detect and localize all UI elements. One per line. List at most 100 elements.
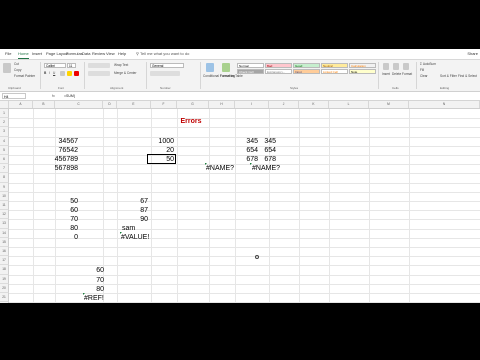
cell-e16-error[interactable]: #VALUE! [121,234,149,241]
cell-style-8[interactable]: Linked Cell [321,69,348,74]
row-header[interactable]: 12 [0,210,9,220]
sort-filter-button[interactable]: Sort & Filter [440,74,457,78]
align-top-icons[interactable] [88,63,110,68]
tab-home[interactable]: Home [18,50,29,59]
underline-button[interactable]: U [53,71,55,75]
row-header[interactable]: 16 [0,247,9,257]
tell-me-search[interactable]: ⚲ Tell me what you want to do [136,50,189,58]
clear-button[interactable]: Clear [420,74,428,78]
tab-review[interactable]: Review [92,50,105,58]
tab-file[interactable]: File [5,50,11,58]
delete-cells-button[interactable]: Delete [392,72,401,76]
column-header[interactable]: F [151,101,177,108]
tab-insert[interactable]: Insert [32,50,42,58]
column-header[interactable]: D [103,101,117,108]
row-header[interactable]: 11 [0,201,9,211]
cell-k7-error[interactable]: #NAME? [252,165,280,172]
column-header[interactable]: N [409,101,480,108]
row-header[interactable]: 5 [0,145,9,155]
wrap-text-button[interactable]: Wrap Text [114,63,128,67]
formula-input[interactable]: =SUM( [64,93,75,99]
row-header[interactable]: 15 [0,237,9,247]
align-horizontal-icons[interactable] [88,71,110,76]
row-header[interactable]: 10 [0,191,9,201]
cell-e15[interactable]: sam [122,225,135,232]
insert-cells-icon[interactable] [383,63,389,70]
fill-button[interactable]: Fill [420,68,424,72]
column-header[interactable]: J [269,101,299,108]
column-header[interactable]: G [177,101,209,108]
row-header[interactable]: 17 [0,256,9,266]
cell-style-1[interactable]: Bad [265,63,292,68]
cell-c15[interactable]: 80 [60,225,78,232]
column-header[interactable]: E [117,101,151,108]
bold-button[interactable]: B [44,71,46,75]
cell-style-2[interactable]: Good [293,63,320,68]
row-header[interactable]: 9 [0,182,9,192]
merge-center-button[interactable]: Merge & Center [114,71,137,75]
row-header[interactable]: 13 [0,219,9,229]
find-select-button[interactable]: Find & Select [458,74,477,78]
cell-c13[interactable]: 60 [60,207,78,214]
column-header[interactable]: A [9,101,33,108]
fx-icon[interactable]: fx [52,93,55,99]
cut-button[interactable]: Cut [14,62,19,66]
name-box[interactable]: H4 [2,93,26,99]
font-color-icon[interactable] [74,71,79,76]
number-format-icons[interactable] [150,71,180,76]
fill-color-icon[interactable] [67,71,72,76]
cell-c4[interactable]: 34567 [32,138,78,145]
column-header[interactable]: C [55,101,103,108]
selected-cell[interactable] [147,154,176,164]
italic-button[interactable]: I [49,71,50,75]
row-header[interactable]: 8 [0,173,9,183]
share-button[interactable]: Share [467,50,478,58]
format-as-table-button[interactable]: Format as Table [220,74,243,78]
cell-style-4[interactable]: Calculation [349,63,376,68]
cell-e13[interactable]: 87 [130,207,148,214]
cell-d21[interactable]: 70 [88,277,104,284]
cell-g4[interactable]: 1000 [150,138,174,145]
cell-c6[interactable]: 456789 [32,156,78,163]
cell-d20[interactable]: 60 [88,267,104,274]
cell-k4[interactable]: 345 [250,138,276,145]
row-header[interactable]: 19 [0,274,9,284]
cell-c12[interactable]: 50 [60,198,78,205]
row-header[interactable]: 22 [0,302,9,303]
copy-button[interactable]: Copy [14,68,21,72]
select-all-corner[interactable] [0,101,9,108]
cell-g5[interactable]: 20 [150,147,174,154]
column-header[interactable]: K [299,101,329,108]
format-painter-button[interactable]: Format Painter [14,74,35,78]
sheet-title[interactable]: Errors [168,118,214,125]
borders-icon[interactable] [60,71,65,76]
cell-d22[interactable]: 80 [88,286,104,293]
row-header[interactable]: 20 [0,283,9,293]
format-cells-button[interactable]: Format [402,72,412,76]
row-header[interactable]: 2 [0,118,9,128]
paste-icon[interactable] [3,63,11,73]
cell-e12[interactable]: 67 [130,198,148,205]
delete-cells-icon[interactable] [393,63,399,70]
row-header[interactable]: 18 [0,265,9,275]
row-header[interactable]: 7 [0,164,9,174]
cell-style-7[interactable]: Input [293,69,320,74]
cell-k5[interactable]: 654 [250,147,276,154]
row-header[interactable]: 1 [0,109,9,119]
cell-style-5[interactable]: Check Cell [237,69,264,74]
cell-d23-error[interactable]: #REF! [84,295,104,302]
cell-c16[interactable]: 0 [60,234,78,241]
format-cells-icon[interactable] [403,63,409,70]
conditional-formatting-icon[interactable] [206,63,214,72]
cell-k6[interactable]: 678 [250,156,276,163]
cell-c5[interactable]: 76542 [32,147,78,154]
column-header[interactable]: H [209,101,235,108]
cell-i7-error[interactable]: #NAME? [206,165,234,172]
insert-cells-button[interactable]: Insert [382,72,390,76]
row-header[interactable]: 4 [0,136,9,146]
cell-c7[interactable]: 567898 [32,165,78,172]
column-header[interactable]: B [33,101,55,108]
cell-e14[interactable]: 90 [130,216,148,223]
column-header[interactable]: I [235,101,269,108]
column-header[interactable]: M [369,101,409,108]
